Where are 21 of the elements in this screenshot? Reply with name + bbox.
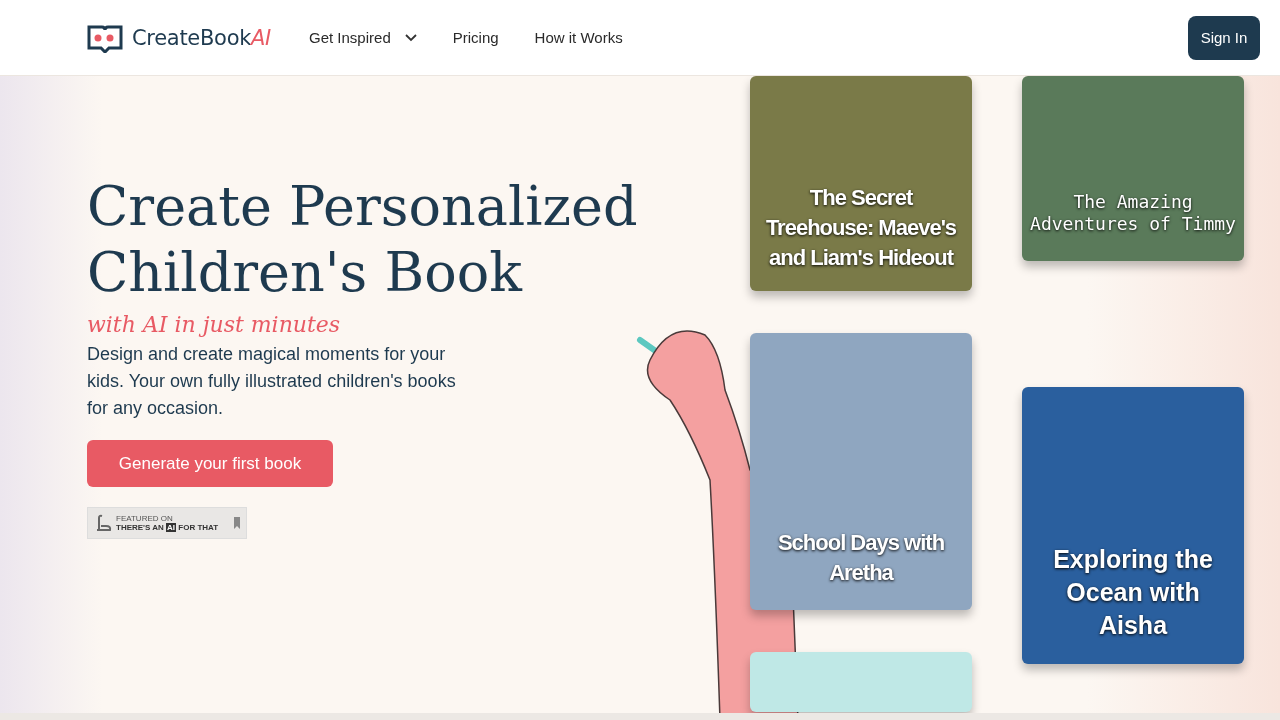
book-title: The Secret Treehouse: Maeve's and Liam's Hideout bbox=[764, 184, 958, 272]
featured-badge[interactable]: FEATURED ON THERE'S AN AI FOR THAT bbox=[87, 507, 247, 539]
book-title: Exploring the Ocean with Aisha bbox=[1052, 544, 1214, 641]
book-cover[interactable]: Exploring the Ocean with Aisha bbox=[1022, 387, 1244, 664]
logo-wordmark[interactable]: CreateBookAI bbox=[132, 25, 271, 50]
sign-in-button[interactable]: Sign In bbox=[1188, 15, 1260, 60]
nav-link[interactable]: Get Inspired bbox=[309, 29, 417, 46]
book-cover[interactable]: The Secret Treehouse: Maeve's and Liam's Hideout bbox=[750, 76, 972, 291]
hero-tagline: with AI in just minutes bbox=[87, 312, 342, 337]
nav-link[interactable]: How it Works bbox=[534, 29, 623, 46]
badge-text: THERE'S AN AI FOR THAT bbox=[116, 522, 220, 533]
book-title: School Days with Aretha bbox=[776, 529, 946, 587]
badge-caption: FEATURED ON bbox=[116, 513, 174, 523]
nav-link[interactable]: Pricing bbox=[452, 29, 499, 46]
hero-title: Create Personalized Children's Book bbox=[87, 174, 639, 306]
book-cover[interactable] bbox=[750, 652, 972, 712]
hero-description: Design and create magical moments for your kids. Your own fully illustrated children's books for any occasion. bbox=[87, 343, 457, 420]
chevron-down-icon bbox=[404, 33, 417, 42]
book-title: The Amazing Adventures of Timmy bbox=[1030, 191, 1236, 236]
bookmark-icon bbox=[234, 517, 240, 529]
book-cover[interactable]: The Amazing Adventures of Timmy bbox=[1022, 76, 1244, 261]
